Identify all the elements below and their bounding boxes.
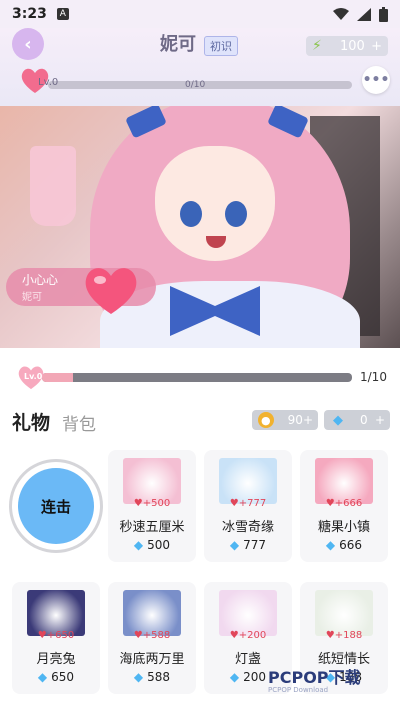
gift-card[interactable]: ♥+588 海底两万里 ◆ 588 [108,582,196,694]
gift-price: ◆ 588 [108,670,196,684]
diamond-counter[interactable]: ◆ 0 + [324,410,390,430]
affection-progress-label: 0/10 [185,80,206,90]
heart-icon: ♥ [37,630,47,641]
energy-counter[interactable]: ⚡ 100 + [306,36,388,56]
tab-gift[interactable]: 礼物 [12,408,50,435]
gift-price-value: 777 [243,538,267,552]
watermark-logo: PCPOP下载 PCPOP Download [268,664,361,694]
energy-value: 100 [340,38,365,54]
heart-icon: ♥ [325,498,335,509]
gift-price-value: 666 [339,538,363,552]
gift-price: ◆ 666 [300,538,388,552]
gift-charm-value: +650 [46,630,75,641]
gift-price-value: 500 [147,538,171,552]
gift-price: ◆ 650 [12,670,100,684]
gift-charm-value: +588 [142,630,171,641]
watermark-sub: PCPOP Download [268,686,329,694]
gift-charm: ♥+500 [108,498,196,509]
gold-add-button[interactable]: + [303,413,313,427]
status-bar: 3:23 A [0,0,400,28]
status-icons [333,6,388,22]
diamond-icon: ◆ [333,412,343,428]
gift-charm: ♥+650 [12,630,100,641]
heart-icon: ♥ [133,498,143,509]
gift-price: ◆ 777 [204,538,292,552]
chat-header: ‹ 妮可 初识 ⚡ 100 + Lv.0 0/10 ••• [0,28,400,106]
character-eye-left [180,201,202,227]
energy-add-button[interactable]: + [371,39,382,54]
gift-charm-value: +188 [334,630,363,641]
level-progress-label: 1/10 [360,370,387,384]
mood-subtitle: 妮可 [22,292,42,303]
gift-name: 冰雪奇缘 [221,520,274,535]
gold-coin-icon: ● [258,412,274,428]
gift-charm-value: +500 [142,498,171,509]
gift-charm: ♥+188 [300,630,388,641]
gift-name: 月亮兔 [36,652,76,667]
heart-icon: ♥ [325,630,335,641]
relationship-badge: 初识 [204,36,238,56]
signal-icon [357,7,371,21]
gift-charm: ♥+777 [204,498,292,509]
character-illustration [0,106,400,348]
combo-button[interactable]: 连击 [12,462,100,550]
character-eye-right [225,201,247,227]
gold-value: 90 [287,413,303,427]
notification-icon: A [56,8,69,20]
combo-label: 连击 [18,468,94,544]
energy-icon: ⚡ [312,38,322,54]
diamond-icon: ◆ [133,670,144,684]
gold-counter[interactable]: ● 90 + [252,410,318,430]
gift-charm-value: +666 [334,498,363,509]
wifi-icon [333,7,349,20]
character-name: 妮可 [160,34,196,55]
big-heart-icon [85,268,137,314]
affection-level: Lv.0 [38,77,59,88]
tab-bag[interactable]: 背包 [62,410,96,435]
level-progress-fill [42,373,73,382]
gift-card[interactable]: ♥+777 冰雪奇缘 ◆ 777 [204,450,292,562]
heart-icon: ♥ [229,498,239,509]
gift-price: ◆ 500 [108,538,196,552]
gift-name: 秒速五厘米 [119,520,185,535]
gift-charm: ♥+200 [204,630,292,641]
diamond-value: 0 [360,413,368,427]
gift-price-value: 650 [51,670,75,684]
level-label: Lv.0 [24,372,43,381]
gift-name: 海底两万里 [119,652,185,667]
diamond-icon: ◆ [325,538,336,552]
gift-card[interactable]: ♥+666 糖果小镇 ◆ 666 [300,450,388,562]
ellipsis-icon: ••• [362,72,390,88]
heart-icon: ♥ [133,630,143,641]
diamond-icon: ◆ [37,670,48,684]
diamond-add-button[interactable]: + [375,413,385,427]
gift-charm-value: +200 [238,630,267,641]
gift-card[interactable]: ♥+650 月亮兔 ◆ 650 [12,582,100,694]
gift-charm: ♥+588 [108,630,196,641]
gift-name: 糖果小镇 [317,520,370,535]
back-button[interactable]: ‹ [12,28,44,60]
mood-title: 小心心 [22,273,59,287]
gift-charm: ♥+666 [300,498,388,509]
heart-icon: ♥ [229,630,239,641]
battery-icon [379,6,388,22]
bubble-tea-cup [30,146,76,226]
diamond-icon: ◆ [133,538,144,552]
gift-card[interactable]: ♥+500 秒速五厘米 ◆ 500 [108,450,196,562]
more-options-button[interactable]: ••• [362,66,390,94]
gift-price-value: 200 [243,670,267,684]
level-progress-bar [42,373,352,382]
gift-charm-value: +777 [238,498,267,509]
status-time: 3:23 [12,6,47,22]
chevron-left-icon: ‹ [24,33,32,55]
diamond-icon: ◆ [229,670,240,684]
gift-price-value: 588 [147,670,171,684]
diamond-icon: ◆ [229,538,240,552]
watermark-brand: PCPOP下载 [268,668,361,687]
